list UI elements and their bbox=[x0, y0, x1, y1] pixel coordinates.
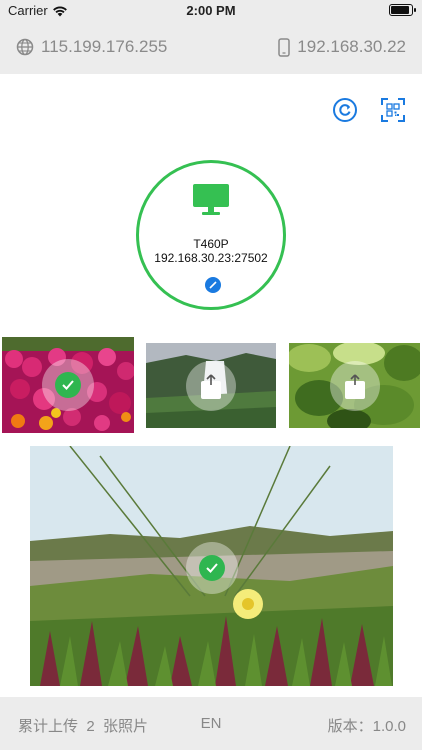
phone-icon bbox=[278, 37, 291, 57]
qr-scan-icon bbox=[381, 98, 405, 122]
upload-status-overlay bbox=[185, 542, 238, 595]
scan-qr-button[interactable] bbox=[378, 95, 408, 125]
photo-thumbnail-waterfall[interactable] bbox=[146, 343, 276, 428]
upload-status-overlay bbox=[329, 360, 380, 411]
clock: 2:00 PM bbox=[186, 3, 236, 18]
photo-thumbnail-flowers[interactable] bbox=[2, 337, 134, 433]
edit-device-button[interactable] bbox=[205, 277, 221, 293]
upload-status-overlay bbox=[42, 359, 94, 411]
ip-bar: 115.199.176.255 192.168.30.22 bbox=[0, 22, 422, 74]
share-upload-icon bbox=[344, 373, 365, 399]
local-ip-group: 192.168.30.22 bbox=[278, 37, 406, 57]
footer-bar: 累计上传 2 张照片 EN 版本：1.0.0 bbox=[0, 697, 422, 750]
battery-icon bbox=[389, 4, 416, 16]
refresh-button[interactable] bbox=[330, 95, 360, 125]
local-ip-text: 192.168.30.22 bbox=[297, 37, 406, 56]
device-address: 192.168.30.23:27502 bbox=[154, 251, 268, 265]
upload-status-overlay bbox=[186, 360, 236, 411]
status-bar: Carrier 2:00 PM bbox=[0, 0, 422, 22]
photo-preview-dunes[interactable] bbox=[30, 446, 393, 686]
check-icon bbox=[55, 372, 81, 398]
refresh-icon bbox=[333, 98, 357, 122]
check-icon bbox=[198, 555, 225, 582]
photo-thumbnail-leaves[interactable] bbox=[289, 343, 420, 428]
device-status-ring[interactable]: T460P 192.168.30.23:27502 bbox=[136, 160, 286, 310]
public-ip-group: 115.199.176.255 bbox=[16, 37, 167, 57]
version-text: 版本：1.0.0 bbox=[327, 718, 406, 735]
monitor-icon bbox=[193, 184, 229, 215]
public-ip-text: 115.199.176.255 bbox=[41, 37, 168, 56]
device-name: T460P bbox=[193, 237, 229, 251]
pencil-icon bbox=[209, 281, 217, 289]
globe-icon bbox=[16, 38, 34, 56]
share-upload-icon bbox=[201, 373, 221, 399]
